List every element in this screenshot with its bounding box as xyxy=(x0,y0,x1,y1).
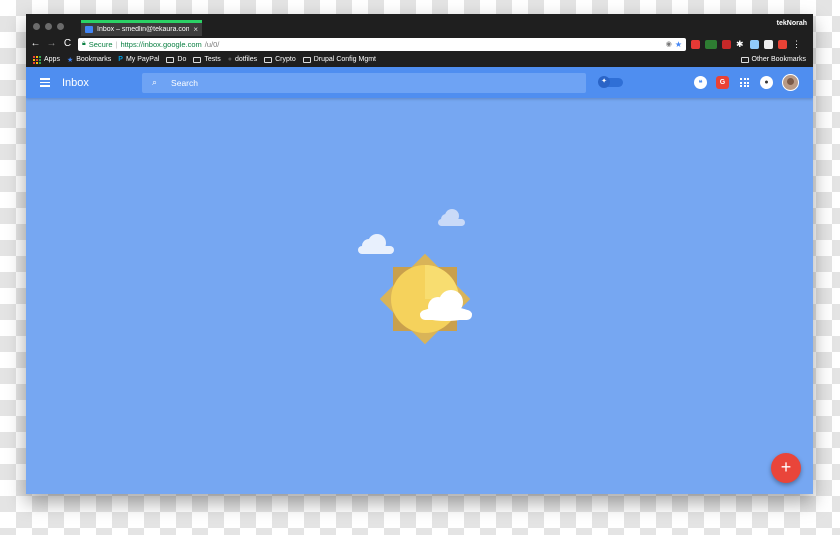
hangouts-icon[interactable]: ❝ xyxy=(694,76,707,89)
minimize-window-icon[interactable] xyxy=(45,23,52,30)
url-host: https://inbox.google.com xyxy=(120,39,202,49)
address-bar[interactable]: 🔒︎ Secure | https://inbox.google.com /u/… xyxy=(78,37,686,51)
bookmark-other-bookmarks[interactable]: Other Bookmarks xyxy=(740,56,806,63)
search-icon: ⌕ xyxy=(152,77,158,87)
tab-strip: Inbox – smedlin@tekaura.com × tekNorah xyxy=(26,14,813,36)
adblock-extension-icon[interactable] xyxy=(691,39,700,49)
profile-name[interactable]: tekNorah xyxy=(777,20,807,27)
bookmark-drupal-config-mgmt[interactable]: Drupal Config Mgmt xyxy=(302,56,376,63)
bookmark-label: Bookmarks xyxy=(76,56,112,63)
folder-icon xyxy=(740,56,749,63)
bookmark-label: Apps xyxy=(44,56,60,63)
bookmark-label: Drupal Config Mgmt xyxy=(313,56,376,63)
star-icon: ★ xyxy=(66,56,74,64)
inbox-favicon-icon xyxy=(85,26,93,33)
bookmark-label: dotfiles xyxy=(234,56,258,63)
search-placeholder: Search xyxy=(171,77,198,88)
bookmark-tests[interactable]: Tests xyxy=(193,56,221,63)
avatar[interactable] xyxy=(782,74,799,91)
menu-icon[interactable] xyxy=(40,78,50,87)
bookmark-dotfiles[interactable]: ● dotfiles xyxy=(228,56,257,63)
close-window-icon[interactable] xyxy=(33,23,40,30)
page-title: Inbox xyxy=(62,76,89,89)
folder-icon xyxy=(166,56,175,63)
url-path: /u/0/ xyxy=(204,39,220,49)
puzzle-extension-icon[interactable]: ✱ xyxy=(736,39,745,49)
grammarly-icon[interactable]: G xyxy=(716,76,729,89)
folder-icon xyxy=(302,56,311,63)
trello-extension-icon[interactable] xyxy=(705,39,717,49)
tab-title: Inbox – smedlin@tekaura.com xyxy=(97,26,190,33)
bookmark-crypto[interactable]: Crypto xyxy=(264,56,296,63)
paypal-icon: P xyxy=(118,56,123,63)
small-cloud-icon xyxy=(358,234,394,254)
grammarly-extension-icon[interactable] xyxy=(778,39,787,49)
bookmark-star-icon[interactable]: ★ xyxy=(675,40,682,49)
sun-icon xyxy=(379,253,471,345)
pinned-toggle[interactable]: ✦ xyxy=(598,76,623,88)
google-apps-icon[interactable] xyxy=(738,76,751,89)
forward-icon[interactable]: → xyxy=(46,39,57,49)
url-separator: | xyxy=(115,39,118,49)
browser-menu-icon[interactable]: ⋮ xyxy=(792,39,801,50)
folder-icon xyxy=(193,56,202,63)
folder-icon xyxy=(264,56,273,63)
tiny-cloud-icon xyxy=(438,209,465,226)
back-icon[interactable]: ← xyxy=(30,39,41,49)
github-icon: ● xyxy=(227,56,232,63)
browser-toolbar: ← → C 🔒︎ Secure | https://inbox.google.c… xyxy=(26,36,813,52)
cloud-icon xyxy=(420,290,472,321)
pin-icon: ✦ xyxy=(598,76,610,88)
lock-icon: 🔒︎ xyxy=(82,40,86,47)
secure-label: Secure xyxy=(88,39,113,49)
extension-icons: ✱ ⋮ xyxy=(691,39,801,50)
tab-close-icon[interactable]: × xyxy=(193,25,198,34)
apps-grid-icon xyxy=(33,55,41,64)
red-extension-icon[interactable] xyxy=(722,39,731,49)
bookmark-do[interactable]: Do xyxy=(166,56,186,63)
compose-button[interactable]: + xyxy=(771,453,801,483)
search-input[interactable]: ⌕ Search xyxy=(142,72,586,93)
browser-window: Inbox – smedlin@tekaura.com × tekNorah ←… xyxy=(26,14,813,494)
window-controls xyxy=(26,23,64,36)
eye-icon[interactable]: ◉ xyxy=(666,40,672,48)
bookmark-label: Tests xyxy=(204,56,221,63)
browser-tab-inbox[interactable]: Inbox – smedlin@tekaura.com × xyxy=(81,20,202,36)
white-extension-icon[interactable] xyxy=(764,39,773,49)
app-bar-actions: ❝ G ● xyxy=(694,74,813,91)
bookmark-label: My PayPal xyxy=(125,56,160,63)
bookmark-bookmarks[interactable]: ★ Bookmarks xyxy=(67,56,111,64)
bookmark-label: Do xyxy=(177,56,187,63)
bookmark-apps[interactable]: Apps xyxy=(33,55,60,64)
maximize-window-icon[interactable] xyxy=(57,23,64,30)
reload-icon[interactable]: C xyxy=(62,39,73,49)
inbox-app-bar: Inbox ⌕ Search ✦ ❝ G ● xyxy=(26,67,813,98)
bookmark-label: Other Bookmarks xyxy=(751,56,806,63)
bookmark-label: Crypto xyxy=(275,56,296,63)
notifications-icon[interactable]: ● xyxy=(760,76,773,89)
bookmark-my-paypal[interactable]: P My PayPal xyxy=(118,56,159,63)
bookmarks-bar: Apps ★ Bookmarks P My PayPal Do Tests ● … xyxy=(26,52,813,67)
screenshot-extension-icon[interactable] xyxy=(750,39,759,49)
